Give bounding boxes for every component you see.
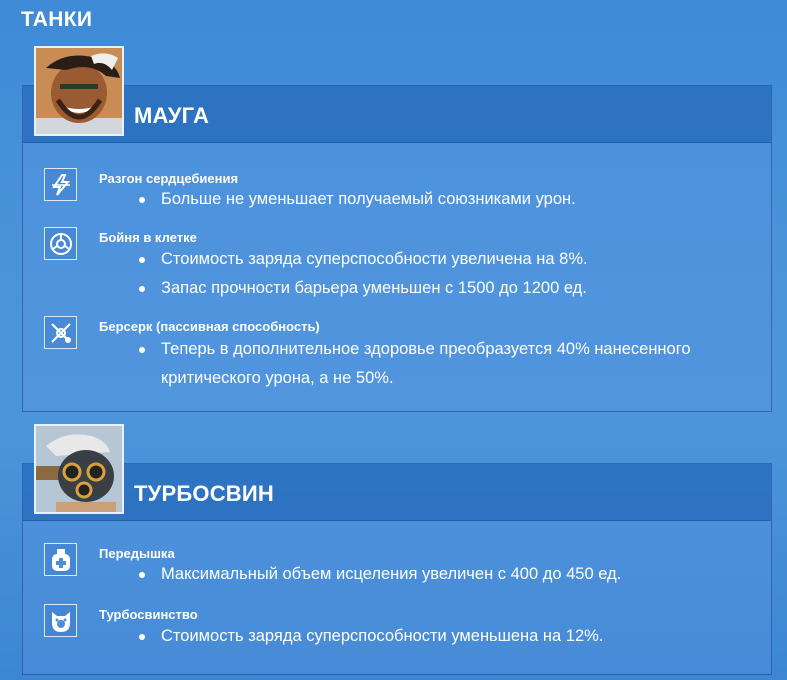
change-list: Больше не уменьшает получаемый союзникам… [139,185,739,214]
change-item: Максимальный объем исцеления увеличен с … [139,560,739,589]
hero-header: МАУГА [23,86,771,143]
ability-name: Берсерк (пассивная способность) [99,319,320,334]
change-item: Больше не уменьшает получаемый союзникам… [139,185,739,214]
change-list: Стоимость заряда суперспособности уменьш… [139,622,739,651]
cage-fight-icon [44,227,77,260]
ability-name: Бойня в клетке [99,230,197,245]
change-item: Запас прочности барьера уменьшен с 1500 … [139,274,739,303]
ability-name: Разгон сердцебиения [99,171,239,186]
heartbeat-icon [44,168,77,201]
change-list: Теперь в дополнительное здоровье преобра… [139,335,729,393]
mauga-portrait [34,46,124,136]
change-list: Стоимость заряда суперспособности увелич… [139,245,739,303]
berserker-icon [44,316,77,349]
change-item: Стоимость заряда суперспособности увелич… [139,245,739,274]
ability-name: Передышка [99,546,175,561]
whole-hog-icon [44,604,77,637]
hero-name: МАУГА [134,103,210,128]
hero-card-roadhog: ТУРБОСВИН Передышка Максимальный объем и… [22,463,772,675]
change-item: Теперь в дополнительное здоровье преобра… [139,335,729,393]
change-item: Стоимость заряда суперспособности уменьш… [139,622,739,651]
section-title: ТАНКИ [21,8,93,31]
hero-name: ТУРБОСВИН [134,481,274,506]
change-list: Максимальный объем исцеления увеличен с … [139,560,739,589]
hero-header: ТУРБОСВИН [23,464,771,521]
roadhog-portrait [34,424,124,514]
hero-card-mauga: МАУГА Разгон сердцебиения Больше не умен… [22,85,772,412]
ability-name: Турбосвинство [99,607,198,622]
take-a-breather-icon [44,543,77,576]
